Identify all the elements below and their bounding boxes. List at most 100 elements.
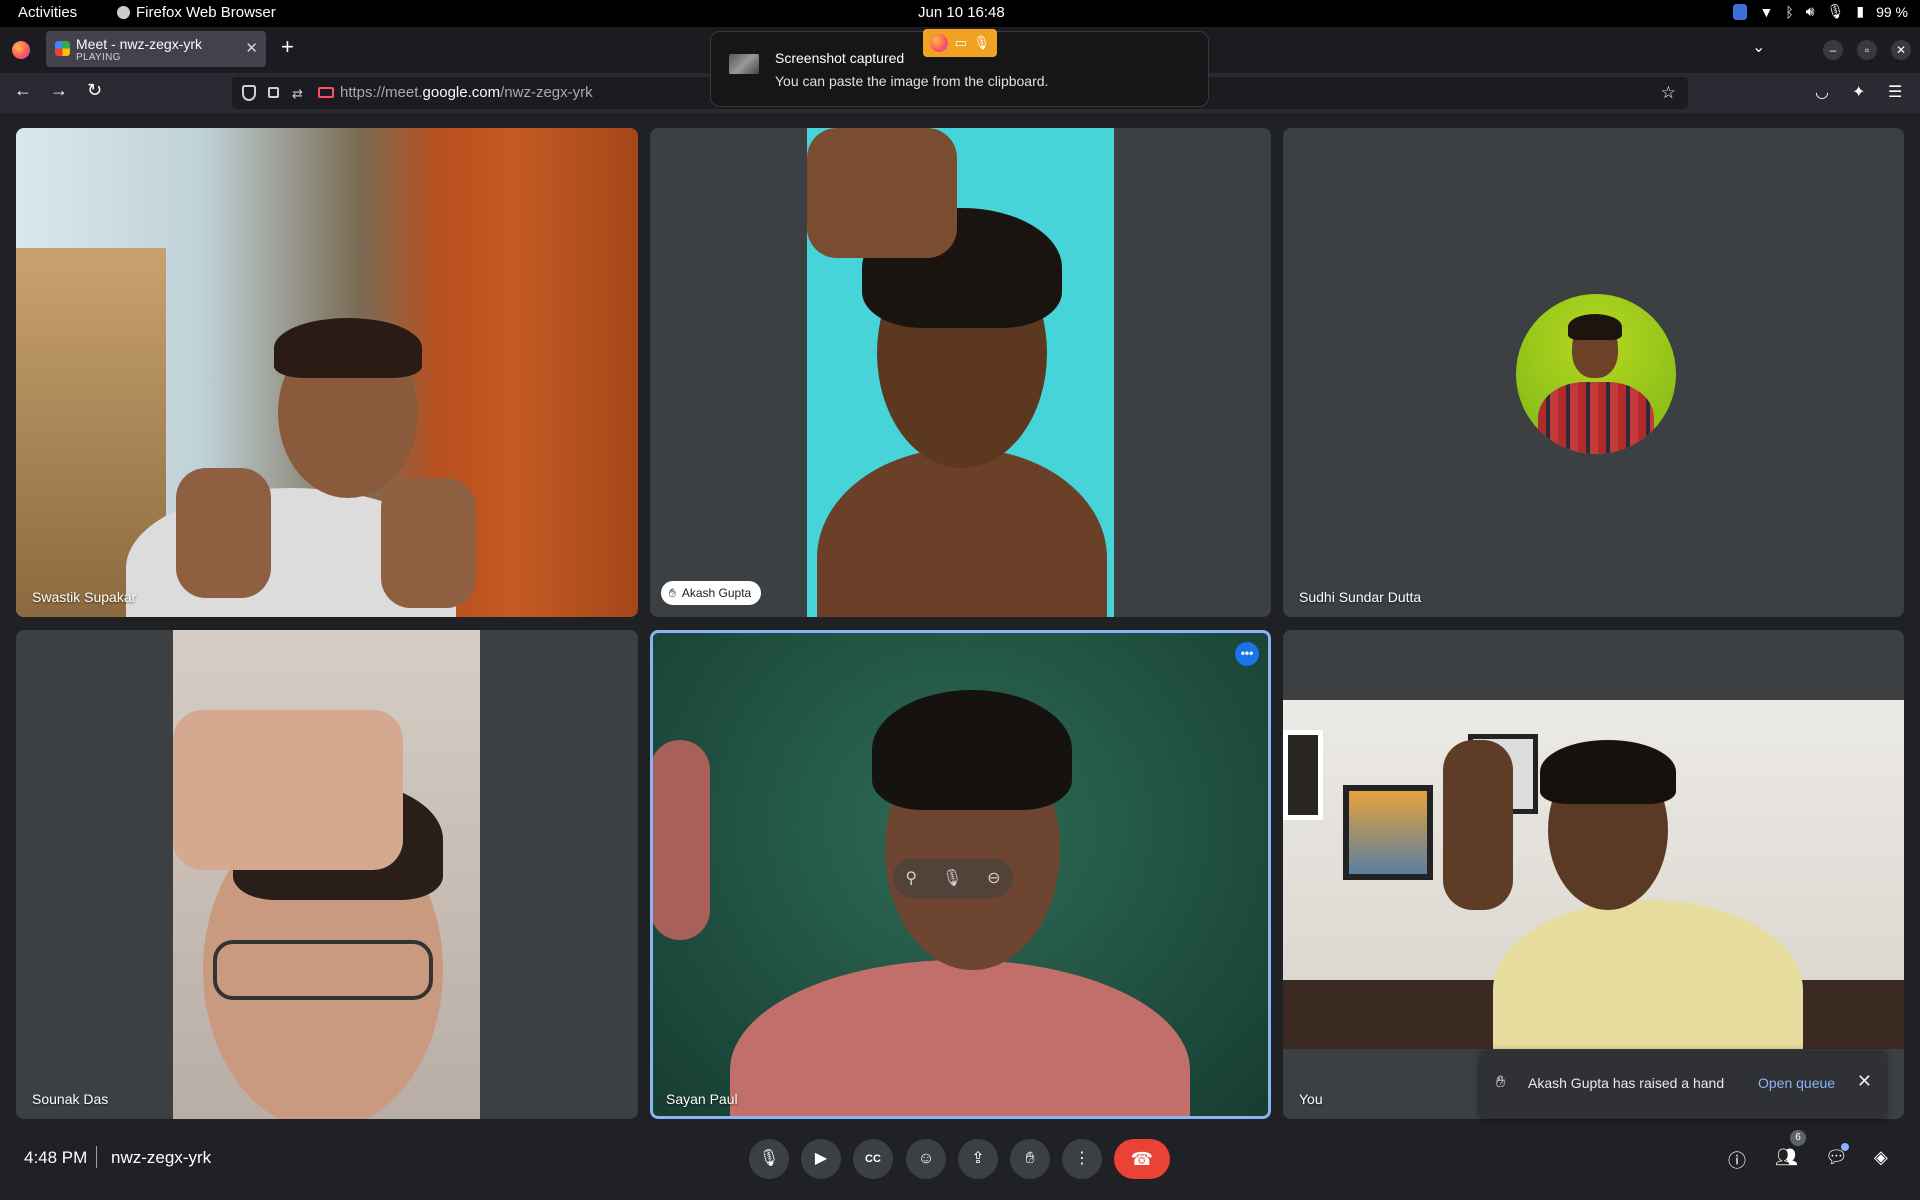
firefox-icon: [930, 34, 949, 52]
raised-hand-toast: ✋︎ Akash Gupta has raised a hand Open qu…: [1480, 1050, 1886, 1118]
participant-name: You: [1299, 1091, 1323, 1107]
maximize-icon[interactable]: ▫: [1857, 40, 1877, 60]
participant-tile[interactable]: Sudhi Sundar Dutta: [1283, 128, 1904, 617]
participant-tile[interactable]: ✋︎ Akash Gupta: [650, 128, 1271, 617]
participant-tile[interactable]: ⚲ 🎙︎ ⊖ ••• Sayan Paul: [650, 630, 1271, 1119]
participant-name: Sounak Das: [32, 1091, 109, 1107]
meeting-controls-bar: 4:48 PM nwz-zegx-yrk 🎙︎ ▶ CC ☺ ⇪ ✋︎ ⋮ ☎︎…: [0, 1130, 1920, 1200]
more-options-icon[interactable]: •••: [1235, 642, 1259, 666]
forward-icon[interactable]: →: [50, 81, 68, 99]
captions-button[interactable]: CC: [853, 1139, 893, 1179]
app-menu[interactable]: Firefox Web Browser: [117, 4, 276, 21]
firefox-icon: [117, 6, 130, 19]
notification-title: Screenshot captured: [775, 50, 905, 66]
raised-hand-chip: ✋︎ Akash Gupta: [661, 581, 762, 605]
person-hair: [1540, 740, 1676, 804]
avatar-hair: [1568, 314, 1622, 340]
thumbs-up-hand: [381, 478, 476, 608]
tile-hover-actions: ⚲ 🎙︎ ⊖: [893, 858, 1013, 898]
divider: [96, 1146, 97, 1168]
participant-video: [1283, 700, 1904, 1049]
people-icon[interactable]: 👥︎: [1775, 1147, 1798, 1168]
mic-icon: 🎙︎: [973, 35, 990, 50]
camera-sharing-icon[interactable]: [318, 87, 334, 98]
participant-name: Swastik Supakar: [32, 589, 137, 605]
people-count-badge: 6: [1790, 1130, 1806, 1146]
participant-name: Akash Gupta: [681, 586, 752, 600]
participant-tile[interactable]: Sounak Das: [16, 630, 638, 1119]
pin-icon[interactable]: ⚲: [905, 868, 917, 888]
mic-button[interactable]: 🎙︎: [749, 1139, 789, 1179]
app-name: Firefox Web Browser: [136, 4, 276, 21]
extensions-icon[interactable]: ✦: [1852, 82, 1865, 102]
close-tab-icon[interactable]: ✕: [245, 39, 258, 57]
tracking-protection-icon[interactable]: [242, 85, 256, 101]
tab-meet[interactable]: Meet - nwz-zegx-yrk PLAYING ✕: [46, 31, 266, 67]
emoji-button[interactable]: ☺: [906, 1139, 946, 1179]
firefox-view-icon[interactable]: [12, 41, 30, 59]
close-window-icon[interactable]: ✕: [1891, 40, 1911, 60]
menu-icon[interactable]: ☰: [1888, 82, 1902, 102]
back-icon[interactable]: ←: [14, 81, 32, 99]
end-call-icon: ☎︎: [1130, 1149, 1154, 1169]
reload-icon[interactable]: ↻: [87, 81, 102, 99]
raise-hand-icon: ✋︎: [1496, 1074, 1506, 1091]
info-icon[interactable]: ⓘ: [1728, 1147, 1746, 1173]
person-hair: [274, 318, 422, 378]
participant-name: Sudhi Sundar Dutta: [1299, 589, 1422, 605]
avatar-body: [1538, 382, 1654, 454]
permissions-icon[interactable]: ⇄: [292, 86, 303, 102]
activities-button[interactable]: Activities: [18, 4, 77, 21]
participant-name: Sayan Paul: [666, 1091, 738, 1107]
clock[interactable]: Jun 10 16:48: [918, 4, 1005, 21]
participant-video: [173, 630, 480, 1119]
open-queue-link[interactable]: Open queue: [1758, 1075, 1835, 1091]
battery-icon: ▮: [1856, 3, 1865, 19]
person-body: [1493, 900, 1803, 1049]
system-tray[interactable]: ▼ ᛒ 🔊︎ 🎙︎ ▮ 99 %: [1733, 3, 1908, 20]
chat-notification-dot: [1841, 1143, 1849, 1151]
present-icon: ⇪: [971, 1150, 985, 1167]
system-top-bar: Activities Firefox Web Browser Jun 10 16…: [0, 0, 1920, 27]
thumbs-up-hand: [176, 468, 271, 598]
wall-frame: [1343, 785, 1433, 880]
glasses: [213, 940, 433, 1000]
sharing-indicator[interactable]: ▭ 🎙︎: [923, 29, 997, 57]
person-hair: [872, 690, 1072, 810]
emoji-icon: ☺: [917, 1150, 935, 1167]
end-call-button[interactable]: ☎︎: [1114, 1139, 1170, 1179]
raise-hand-button[interactable]: ✋︎: [1010, 1139, 1050, 1179]
person-body: [730, 960, 1190, 1119]
mute-participant-icon[interactable]: 🎙︎: [942, 868, 962, 888]
list-tabs-chevron-icon[interactable]: ⌄: [1752, 37, 1765, 57]
camera-icon: ▭: [954, 35, 967, 50]
battery-percent: 99 %: [1876, 3, 1908, 20]
meeting-code: nwz-zegx-yrk: [111, 1148, 212, 1167]
avatar: [1516, 294, 1676, 454]
participant-tile[interactable]: You: [1283, 630, 1904, 1119]
more-options-icon: ⋮: [1074, 1150, 1090, 1167]
new-tab-button[interactable]: +: [281, 36, 294, 58]
wifi-icon: ▼: [1759, 3, 1774, 20]
participant-tile[interactable]: Swastik Supakar: [16, 128, 638, 617]
more-options-button[interactable]: ⋮: [1062, 1139, 1102, 1179]
camera-button[interactable]: ▶: [801, 1139, 841, 1179]
screenshot-thumbnail: [729, 54, 759, 74]
remove-icon[interactable]: ⊖: [987, 868, 1000, 888]
minimize-icon[interactable]: –: [1823, 40, 1843, 60]
activities-icon[interactable]: ◈: [1874, 1147, 1888, 1168]
participant-video: [807, 128, 1114, 617]
present-button[interactable]: ⇪: [958, 1139, 998, 1179]
meeting-time: 4:48 PM: [24, 1148, 88, 1167]
close-icon[interactable]: ✕: [1857, 1071, 1872, 1092]
meet-favicon-icon: [55, 41, 70, 56]
url-text[interactable]: https://meet.google.com/nwz-zegx-yrk: [340, 84, 593, 101]
lock-icon[interactable]: [268, 87, 279, 98]
wall-frame: [1283, 730, 1323, 820]
raise-hand-icon: ✋︎: [1025, 1150, 1035, 1167]
toast-message: Akash Gupta has raised a hand: [1528, 1075, 1725, 1091]
mic-status-icon: 🎙︎: [1826, 3, 1845, 19]
bookmark-star-icon[interactable]: ☆: [1661, 83, 1676, 103]
pocket-icon[interactable]: ◡: [1815, 82, 1829, 102]
notification-body: You can paste the image from the clipboa…: [775, 73, 1049, 89]
